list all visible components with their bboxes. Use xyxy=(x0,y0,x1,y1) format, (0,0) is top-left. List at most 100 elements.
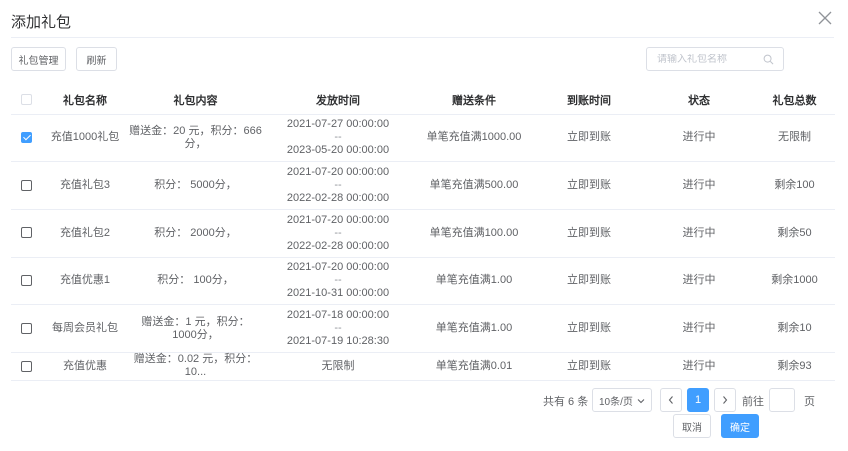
chevron-right-icon xyxy=(723,396,728,404)
gift-name: 充值礼包3 xyxy=(41,161,129,210)
issue-time: 2021-07-27 00:00:00 -- 2023-05-20 00:00:… xyxy=(262,114,414,163)
gift-content: 积分： 5000分， xyxy=(129,161,262,210)
gift-total: 剩余50 xyxy=(754,209,835,258)
time-start: 2021-07-20 00:00:00 xyxy=(286,166,390,179)
issue-time: 2021-07-20 00:00:00 -- 2021-10-31 00:00:… xyxy=(262,257,414,306)
time-separator: -- xyxy=(334,131,342,144)
issue-time: 2021-07-18 00:00:00 -- 2021-07-19 10:28:… xyxy=(262,304,414,353)
time-start: 2021-07-18 00:00:00 xyxy=(286,309,390,322)
column-header-condition: 赠送条件 xyxy=(414,86,534,115)
goto-page-input[interactable] xyxy=(769,388,795,412)
time-end: 2023-05-20 00:00:00 xyxy=(286,144,390,157)
gift-total: 剩余10 xyxy=(754,304,835,353)
close-icon[interactable] xyxy=(816,9,834,27)
gift-name: 每周会员礼包 xyxy=(41,304,129,353)
gift-content: 积分： 2000分， xyxy=(129,209,262,258)
time-start: 2021-07-20 00:00:00 xyxy=(286,213,390,226)
time-separator: -- xyxy=(334,179,342,192)
issue-time: 2021-07-20 00:00:00 -- 2022-02-28 00:00:… xyxy=(262,209,414,258)
time-separator: -- xyxy=(334,322,342,335)
gift-name: 充值优惠1 xyxy=(41,257,129,306)
gift-condition: 单笔充值满0.01 xyxy=(414,352,534,381)
issue-time: 2021-07-20 00:00:00 -- 2022-02-28 00:00:… xyxy=(262,161,414,210)
gift-total: 剩余93 xyxy=(754,352,835,381)
search-icon[interactable] xyxy=(763,54,774,65)
gift-condition: 单笔充值满1.00 xyxy=(414,304,534,353)
gift-condition: 单笔充值满1000.00 xyxy=(414,114,534,163)
gift-total: 剩余100 xyxy=(754,161,835,210)
gift-total: 剩余1000 xyxy=(754,257,835,306)
row-checkbox[interactable] xyxy=(20,131,32,143)
row-checkbox[interactable] xyxy=(20,360,32,372)
time-end: 2022-02-28 00:00:00 xyxy=(286,239,390,252)
gift-content: 赠送金：0.02 元，积分： 10... xyxy=(129,352,262,381)
gift-status: 进行中 xyxy=(644,304,754,353)
table-header-row: 礼包名称 礼包内容 发放时间 赠送条件 到账时间 状态 礼包总数 xyxy=(11,86,835,115)
gift-status: 进行中 xyxy=(644,114,754,163)
arrival-time: 立即到账 xyxy=(534,304,644,353)
cancel-button[interactable]: 取消 xyxy=(673,414,711,438)
gift-condition: 单笔充值满1.00 xyxy=(414,257,534,306)
time-separator: -- xyxy=(334,274,342,287)
table-row[interactable]: 充值1000礼包 赠送金：20 元，积分：666分， 2021-07-27 00… xyxy=(11,114,835,163)
gift-status: 进行中 xyxy=(644,161,754,210)
dialog-title: 添加礼包 xyxy=(11,14,72,31)
gift-name: 充值优惠 xyxy=(41,352,129,381)
confirm-button[interactable]: 确定 xyxy=(721,414,759,438)
time-end: 2021-07-19 10:28:30 xyxy=(286,335,390,348)
table-row[interactable]: 充值优惠 赠送金：0.02 元，积分： 10... 无限制 单笔充值满0.01 … xyxy=(11,352,835,381)
pagination-total: 共有 6 条 xyxy=(543,396,589,408)
table-row[interactable]: 充值优惠1 积分： 100分， 2021-07-20 00:00:00 -- 2… xyxy=(11,257,835,306)
search-box xyxy=(646,47,784,71)
column-header-status: 状态 xyxy=(644,86,754,115)
row-checkbox[interactable] xyxy=(20,275,32,286)
column-header-total: 礼包总数 xyxy=(754,86,835,115)
gift-table: 礼包名称 礼包内容 发放时间 赠送条件 到账时间 状态 礼包总数 充值1000礼… xyxy=(11,86,835,381)
arrival-time: 立即到账 xyxy=(534,352,644,381)
time-start: 2021-07-27 00:00:00 xyxy=(286,118,390,131)
gift-content: 积分： 100分， xyxy=(129,257,262,306)
column-header-name: 礼包名称 xyxy=(41,86,129,115)
time-separator: -- xyxy=(334,226,342,239)
time-end: 2022-02-28 00:00:00 xyxy=(286,192,390,205)
gift-content: 赠送金：1 元，积分： 1000分， xyxy=(129,304,262,353)
arrival-time: 立即到账 xyxy=(534,114,644,163)
gift-name: 充值礼包2 xyxy=(41,209,129,258)
row-checkbox[interactable] xyxy=(20,179,32,191)
search-input[interactable] xyxy=(657,53,767,65)
gift-content: 赠送金：20 元，积分：666分， xyxy=(129,114,262,163)
time-start: 2021-07-20 00:00:00 xyxy=(286,261,390,274)
table-row[interactable]: 充值礼包2 积分： 2000分， 2021-07-20 00:00:00 -- … xyxy=(11,209,835,258)
page-unit-label: 页 xyxy=(804,396,815,408)
goto-label: 前往 xyxy=(742,396,764,408)
page-size-value: 10条/页 xyxy=(599,396,633,408)
gift-status: 进行中 xyxy=(644,209,754,258)
table-row[interactable]: 充值礼包3 积分： 5000分， 2021-07-20 00:00:00 -- … xyxy=(11,161,835,210)
dialog-header: 添加礼包 xyxy=(0,0,848,38)
header-divider xyxy=(11,37,834,38)
refresh-button[interactable]: 刷新 xyxy=(76,47,117,71)
gift-condition: 单笔充值满500.00 xyxy=(414,161,534,210)
gift-status: 进行中 xyxy=(644,352,754,381)
prev-page-button[interactable] xyxy=(660,388,682,412)
row-checkbox[interactable] xyxy=(20,227,32,239)
column-header-content: 礼包内容 xyxy=(129,86,262,115)
gift-condition: 单笔充值满100.00 xyxy=(414,209,534,258)
chevron-down-icon xyxy=(637,399,645,404)
gift-status: 进行中 xyxy=(644,257,754,306)
column-header-arrival: 到账时间 xyxy=(534,86,644,115)
page-number-button[interactable]: 1 xyxy=(687,388,709,412)
column-header-time: 发放时间 xyxy=(262,86,414,115)
gift-manage-button[interactable]: 礼包管理 xyxy=(11,47,66,71)
next-page-button[interactable] xyxy=(714,388,736,412)
select-all-checkbox[interactable] xyxy=(20,94,32,106)
time-end: 2021-10-31 00:00:00 xyxy=(286,287,390,300)
table-row[interactable]: 每周会员礼包 赠送金：1 元，积分： 1000分， 2021-07-18 00:… xyxy=(11,304,835,353)
page-size-select[interactable]: 10条/页 xyxy=(592,388,652,412)
row-checkbox[interactable] xyxy=(20,322,32,334)
issue-time: 无限制 xyxy=(262,352,414,381)
arrival-time: 立即到账 xyxy=(534,209,644,258)
gift-name: 充值1000礼包 xyxy=(41,114,129,163)
arrival-time: 立即到账 xyxy=(534,257,644,306)
select-all-cell xyxy=(11,86,41,115)
